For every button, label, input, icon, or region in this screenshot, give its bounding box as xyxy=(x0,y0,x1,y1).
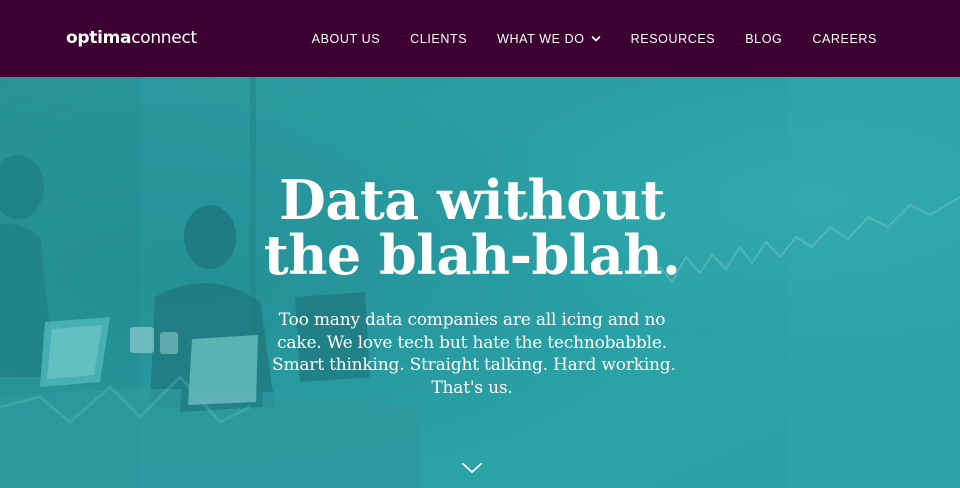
nav-label: ABOUT US xyxy=(311,31,381,46)
nav-label: BLOG xyxy=(745,31,783,46)
nav-item-blog[interactable]: BLOG xyxy=(730,24,797,54)
nav-label: CLIENTS xyxy=(410,31,468,46)
nav-item-careers[interactable]: CAREERS xyxy=(797,24,877,54)
subtext-line: cake. We love tech but hate the technoba… xyxy=(277,332,667,353)
subtext-line: That's us. xyxy=(431,377,513,398)
hero-subtext: Too many data companies are all icing an… xyxy=(272,309,676,399)
nav-item-what-we-do[interactable]: WHAT WE DO xyxy=(482,24,615,54)
page: optimaconnect ABOUT US CLIENTS WHAT WE D… xyxy=(0,0,960,488)
logo[interactable]: optimaconnect xyxy=(66,26,197,50)
headline-line: Data without xyxy=(279,168,665,232)
nav-item-about-us[interactable]: ABOUT US xyxy=(297,24,395,54)
hero-headline: Data without the blah-blah. xyxy=(0,173,944,283)
nav-label: CAREERS xyxy=(812,31,877,46)
logo-text-bold: optima xyxy=(66,28,132,48)
logo-text-light: connect xyxy=(131,28,197,48)
subtext-line: Smart thinking. Straight talking. Hard w… xyxy=(272,355,676,375)
hero-section: Data without the blah-blah. Too many dat… xyxy=(0,77,960,488)
chevron-down-icon[interactable] xyxy=(461,461,483,475)
nav-label: RESOURCES xyxy=(630,31,716,46)
nav-item-clients[interactable]: CLIENTS xyxy=(395,24,482,54)
site-header: optimaconnect ABOUT US CLIENTS WHAT WE D… xyxy=(0,0,960,77)
nav-label: WHAT WE DO xyxy=(497,31,585,46)
nav-item-resources[interactable]: RESOURCES xyxy=(616,24,731,54)
subtext-line: Too many data companies are all icing an… xyxy=(278,310,666,330)
headline-line: the blah-blah. xyxy=(263,223,681,287)
main-nav: ABOUT US CLIENTS WHAT WE DO RESOURCES BL… xyxy=(297,0,877,77)
chevron-down-icon xyxy=(591,35,600,41)
